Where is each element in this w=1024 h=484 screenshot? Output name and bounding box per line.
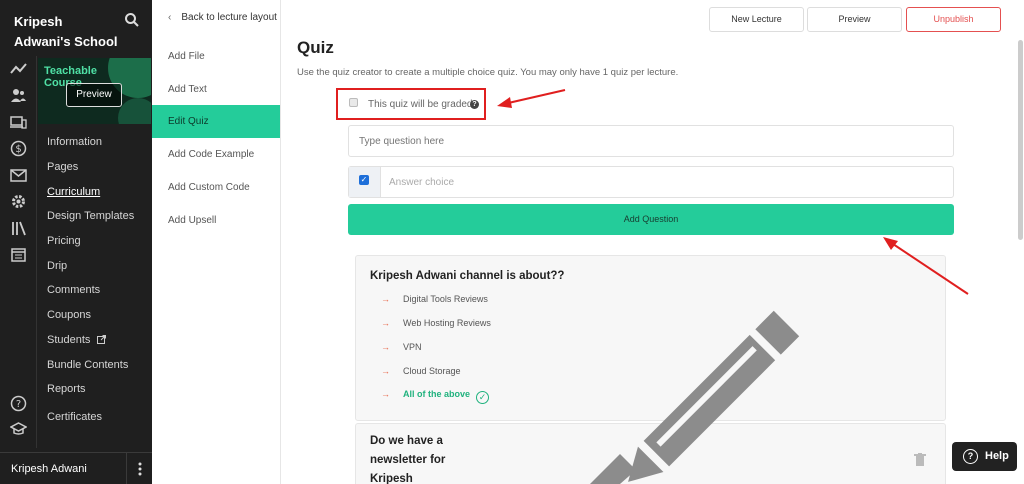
trash-icon[interactable] [914,453,926,467]
answer-correct-checkbox[interactable]: ✓ [359,175,369,185]
nav-item-information[interactable]: Information [47,136,102,148]
arrow-right-icon: → [381,342,390,352]
back-link-label: Back to lecture layout [181,12,277,23]
question-mark-icon[interactable]: ? [470,100,479,109]
preview-button[interactable]: Preview [807,7,902,32]
nav-item-reports[interactable]: Reports [47,383,86,395]
graded-checkbox[interactable] [349,98,358,107]
nav-item-certificates[interactable]: Certificates [47,411,102,423]
nav-item-students-label: Students [47,334,91,346]
add-question-button[interactable]: Add Question [348,204,954,235]
svg-text:?: ? [16,399,21,410]
scrollbar[interactable] [1018,40,1023,240]
question-mark-icon: ? [963,449,978,464]
users-icon[interactable] [10,87,27,104]
answer-item-correct: → All of the above ✓ [381,389,490,404]
thumb-preview-button[interactable]: Preview [66,83,122,107]
mail-icon[interactable] [10,167,27,184]
answer-correct-cell: ✓ [349,167,381,197]
subnav-add-text[interactable]: Add Text [152,73,280,106]
graded-option: This quiz will be graded ? [336,88,486,120]
question-text: Do we have a newsletter for Kripesh Adwa… [370,435,446,484]
nav-item-pricing[interactable]: Pricing [47,235,81,247]
arrow-right-icon: → [381,294,390,304]
answer-item: → Digital Tools Reviews [381,294,488,304]
chevron-left-icon: ‹ [168,12,172,23]
graded-label: This quiz will be graded [368,99,473,110]
help-label: Help [985,450,1009,462]
unpublish-button[interactable]: Unpublish [906,7,1001,32]
subnav-add-custom-code[interactable]: Add Custom Code [152,171,280,204]
nav-item-design-templates[interactable]: Design Templates [47,210,134,222]
nav-item-coupons[interactable]: Coupons [47,309,91,321]
question-text: Kripesh Adwani channel is about?? [370,270,565,282]
new-lecture-button[interactable]: New Lecture [709,7,804,32]
stats-icon[interactable] [10,61,27,78]
external-link-icon [97,335,107,344]
main-sidebar: Kripesh Adwani's School $ ? Teachable Co… [0,0,152,484]
answer-choice-row: ✓ Answer choice [348,166,954,198]
check-circle-icon: ✓ [476,391,490,404]
nav-item-comments[interactable]: Comments [47,284,100,296]
graduation-cap-icon[interactable] [10,420,27,437]
svg-text:$: $ [15,144,21,155]
nav-item-pages[interactable]: Pages [47,161,78,173]
nav-item-students[interactable]: Students [47,334,107,346]
answer-item: → Cloud Storage [381,366,461,376]
help-circle-icon[interactable]: ? [10,395,27,412]
quiz-description: Use the quiz creator to create a multipl… [297,67,679,78]
user-name[interactable]: Kripesh Adwani [11,463,87,475]
subnav-add-upsell[interactable]: Add Upsell [152,204,280,237]
question-card: Kripesh Adwani channel is about?? → Digit… [355,255,946,421]
subnav-edit-quiz[interactable]: Edit Quiz [152,105,280,138]
library-icon[interactable] [10,220,27,237]
back-to-lecture-link[interactable]: ‹ Back to lecture layout [168,12,277,23]
calendar-icon[interactable] [10,246,27,263]
arrow-right-icon: → [381,366,390,376]
school-title[interactable]: Kripesh Adwani's School [14,12,119,52]
dollar-icon[interactable]: $ [10,140,27,157]
nav-item-drip[interactable]: Drip [47,260,67,272]
answer-item: → VPN [381,342,422,352]
help-button[interactable]: ? Help [952,442,1017,471]
quiz-title: Quiz [297,38,334,57]
pencil-watermark-icon [590,454,636,484]
user-bar: Kripesh Adwani [0,452,152,484]
nav-item-bundle-contents[interactable]: Bundle Contents [47,359,128,371]
arrow-right-icon: → [381,389,390,399]
search-icon[interactable] [124,12,140,28]
lecture-subnav: ‹ Back to lecture layout Add File Add Tex… [152,0,281,484]
red-arrow-icon [497,89,566,108]
question-input[interactable] [348,125,954,157]
question-card: Do we have a newsletter for Kripesh Adwa… [355,423,946,484]
thumb-decoration [118,98,151,124]
answer-item: → Web Hosting Reviews [381,318,491,328]
arrow-right-icon: → [381,318,390,328]
subnav-add-file[interactable]: Add File [152,40,280,73]
course-thumbnail[interactable]: Teachable Course Preview [38,58,151,124]
kebab-menu-icon [138,462,142,476]
icon-rail: $ ? [0,56,37,448]
user-menu-button[interactable] [126,453,152,484]
answer-choice-input[interactable]: Answer choice [389,177,454,188]
subnav-add-code-example[interactable]: Add Code Example [152,138,280,171]
nav-item-curriculum[interactable]: Curriculum [47,186,100,198]
gear-icon[interactable] [10,193,27,210]
devices-icon[interactable] [10,114,27,131]
